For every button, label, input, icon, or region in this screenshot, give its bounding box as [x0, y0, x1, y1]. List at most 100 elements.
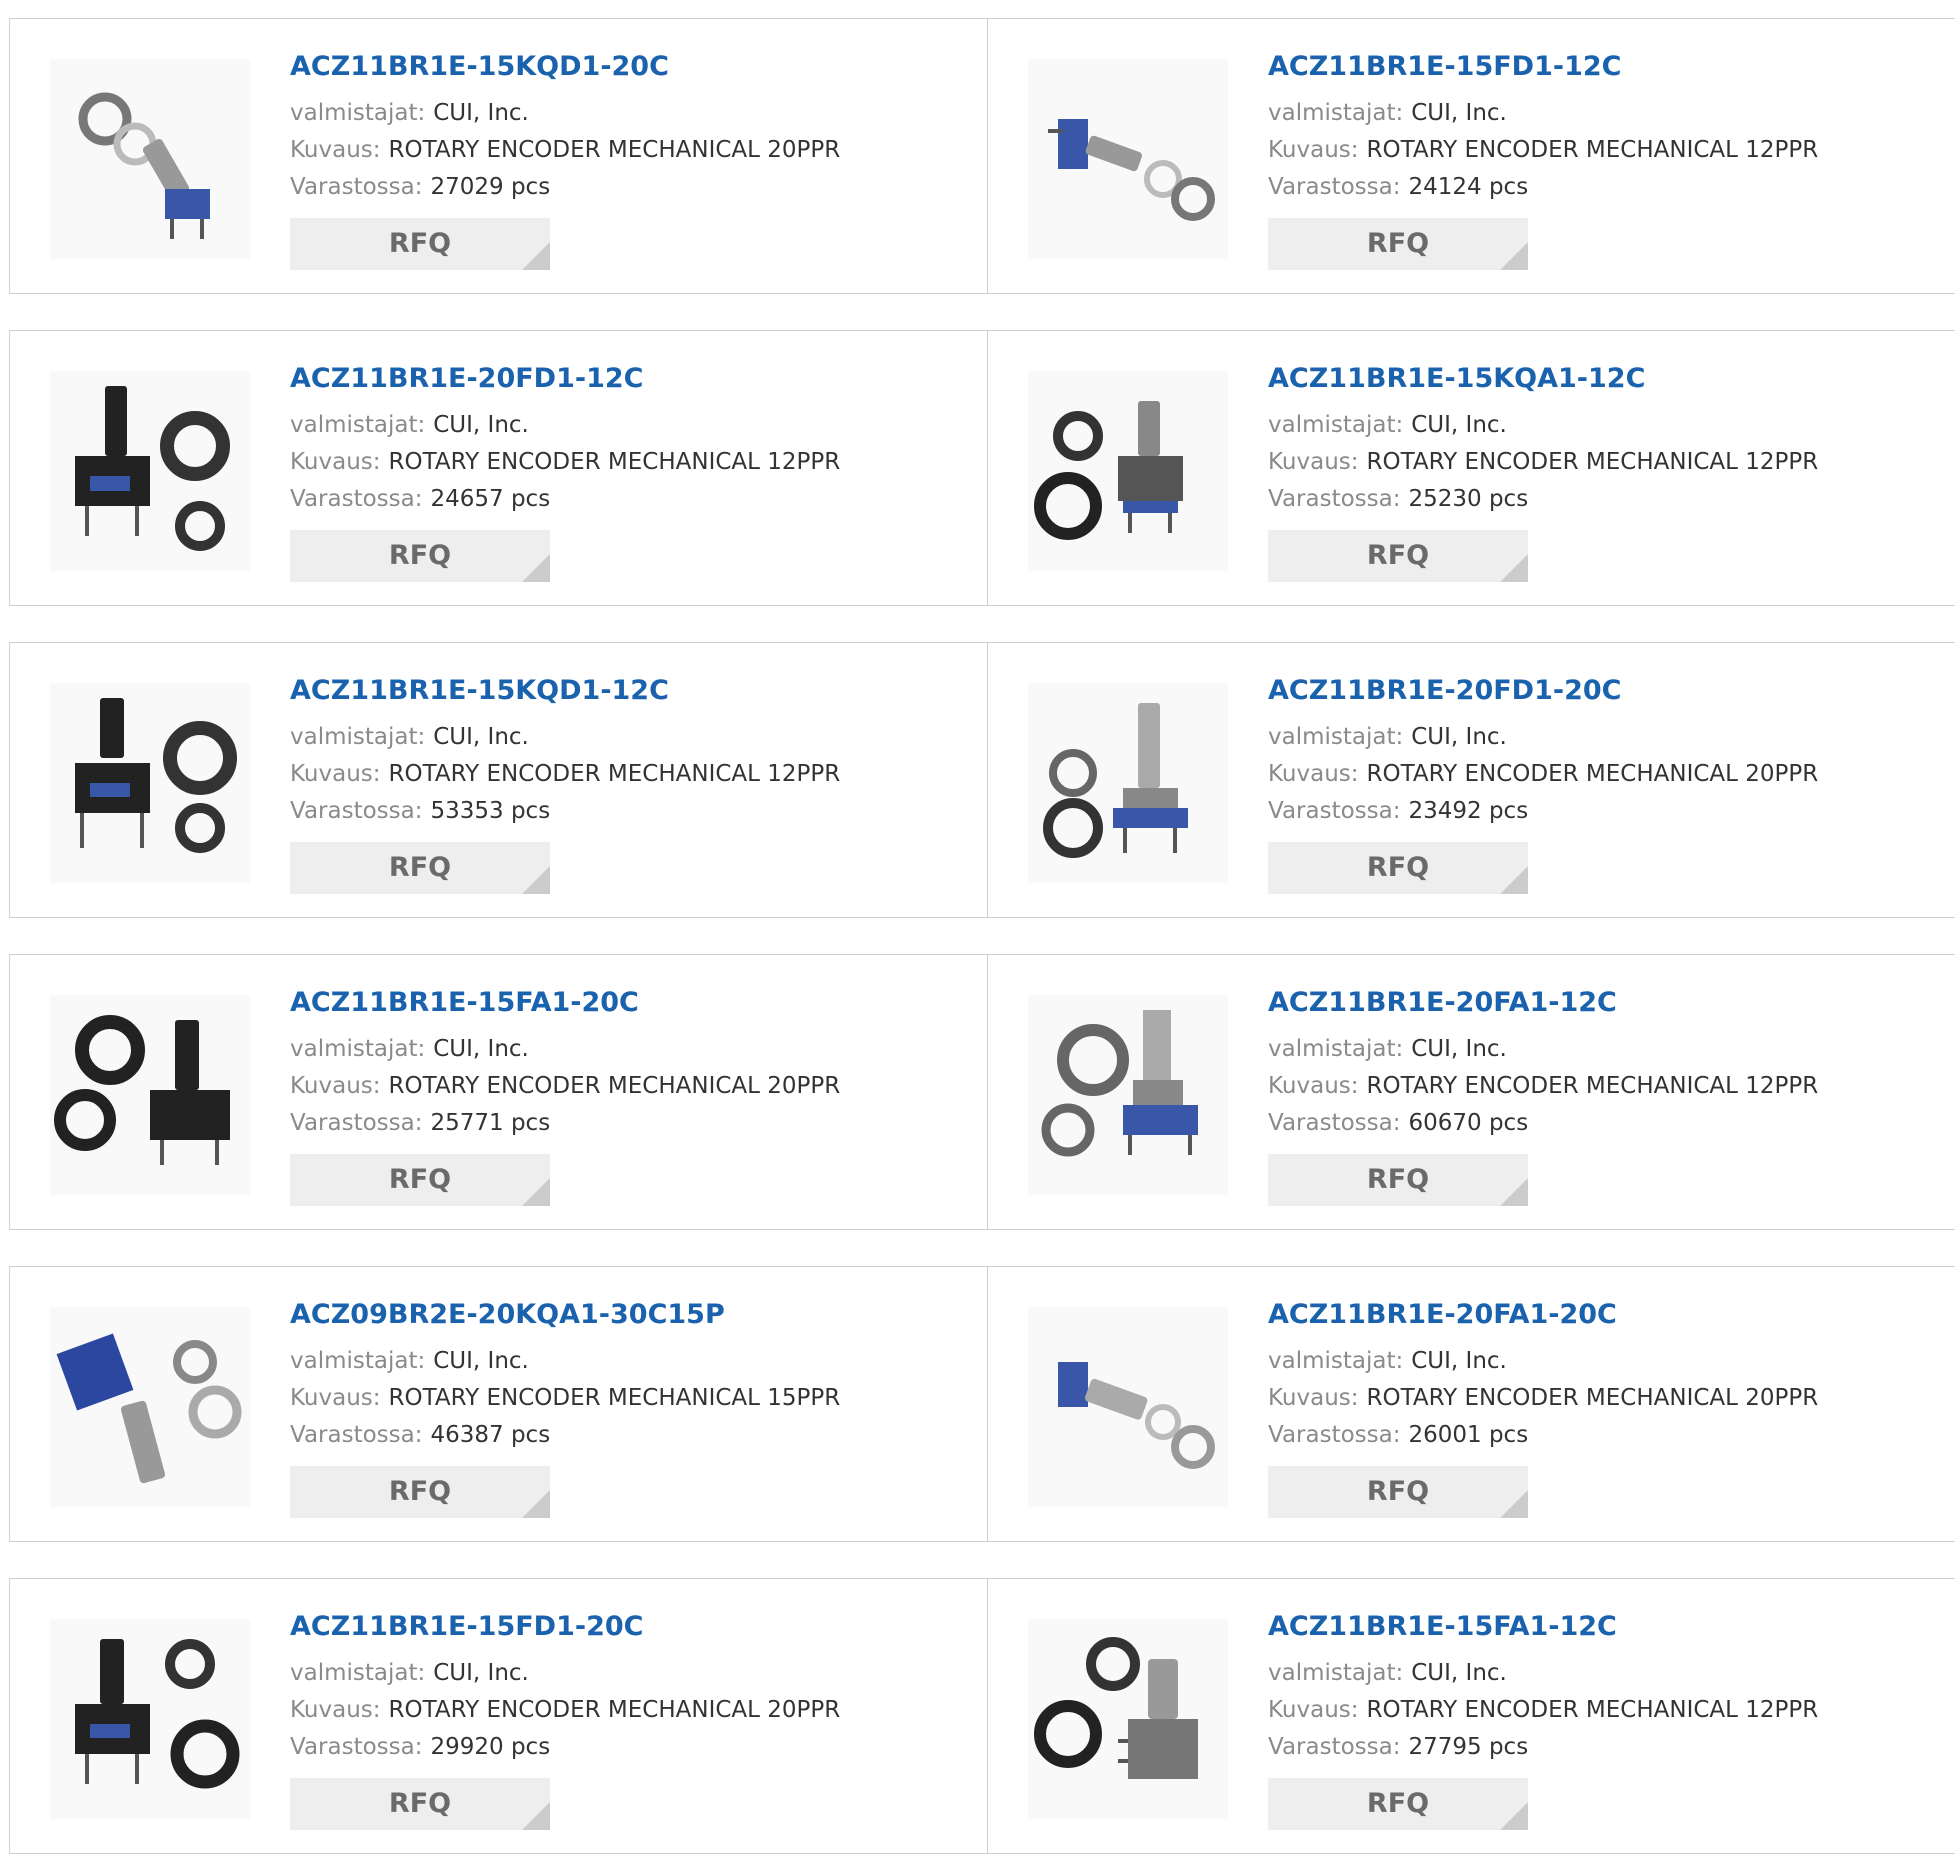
stock-row: Varastossa: 25771 pcs — [290, 1105, 950, 1142]
manufacturer-label: valmistajat: — [1268, 1036, 1404, 1062]
manufacturer-value: CUI, Inc. — [433, 1036, 529, 1062]
manufacturer-label: valmistajat: — [1268, 1660, 1404, 1686]
corner-decoration — [1500, 554, 1528, 582]
description-label: Kuvaus: — [290, 137, 381, 163]
product-image[interactable] — [1028, 995, 1228, 1195]
rotary-encoder-photo — [1041, 1010, 1198, 1157]
corner-decoration — [1500, 866, 1528, 894]
corner-decoration — [1500, 242, 1528, 270]
rfq-button[interactable]: RFQ — [290, 1154, 550, 1206]
stock-row: Varastossa: 46387 pcs — [290, 1417, 950, 1454]
rfq-button[interactable]: RFQ — [290, 530, 550, 582]
part-number-link[interactable]: ACZ11BR1E-15KQD1-20C — [290, 49, 950, 85]
part-number-link[interactable]: ACZ11BR1E-15KQD1-12C — [290, 673, 950, 709]
stock-row: Varastossa: 53353 pcs — [290, 793, 950, 830]
manufacturer-value: CUI, Inc. — [433, 1660, 529, 1686]
manufacturer-row: valmistajat: CUI, Inc. — [290, 1655, 950, 1692]
description-value: ROTARY ENCODER MECHANICAL 20PPR — [388, 137, 841, 163]
manufacturer-label: valmistajat: — [1268, 724, 1404, 750]
manufacturer-value: CUI, Inc. — [1411, 100, 1507, 126]
rfq-button[interactable]: RFQ — [290, 1466, 550, 1518]
stock-label: Varastossa: — [290, 174, 423, 200]
description-label: Kuvaus: — [1268, 137, 1359, 163]
rotary-encoder-photo — [56, 1333, 242, 1484]
rfq-button[interactable]: RFQ — [290, 842, 550, 894]
stock-row: Varastossa: 27795 pcs — [1268, 1729, 1928, 1766]
manufacturer-label: valmistajat: — [290, 724, 426, 750]
part-number-link[interactable]: ACZ11BR1E-20FA1-12C — [1268, 985, 1928, 1021]
corner-decoration — [522, 1490, 550, 1518]
manufacturer-label: valmistajat: — [290, 1660, 426, 1686]
description-value: ROTARY ENCODER MECHANICAL 20PPR — [388, 1697, 841, 1723]
product-image[interactable] — [1028, 371, 1228, 571]
product-image[interactable] — [1028, 1307, 1228, 1507]
rfq-label: RFQ — [388, 228, 452, 259]
description-label: Kuvaus: — [1268, 1697, 1359, 1723]
stock-label: Varastossa: — [1268, 1422, 1401, 1448]
manufacturer-value: CUI, Inc. — [1411, 1660, 1507, 1686]
manufacturer-value: CUI, Inc. — [1411, 1036, 1507, 1062]
product-image[interactable] — [1028, 1619, 1228, 1819]
rfq-label: RFQ — [1366, 1788, 1430, 1819]
product-image[interactable] — [50, 59, 250, 259]
rotary-encoder-photo — [75, 698, 237, 853]
description-label: Kuvaus: — [1268, 1073, 1359, 1099]
part-number-link[interactable]: ACZ11BR1E-15FD1-12C — [1268, 49, 1928, 85]
product-image[interactable] — [1028, 59, 1228, 259]
part-number-link[interactable]: ACZ11BR1E-20FA1-20C — [1268, 1297, 1928, 1333]
manufacturer-row: valmistajat: CUI, Inc. — [1268, 719, 1928, 756]
rfq-button[interactable]: RFQ — [1268, 218, 1528, 270]
product-image[interactable] — [1028, 683, 1228, 883]
description-value: ROTARY ENCODER MECHANICAL 12PPR — [1366, 1073, 1819, 1099]
manufacturer-row: valmistajat: CUI, Inc. — [290, 1031, 950, 1068]
rfq-button[interactable]: RFQ — [290, 1778, 550, 1830]
part-number-link[interactable]: ACZ11BR1E-20FD1-20C — [1268, 673, 1928, 709]
corner-decoration — [522, 242, 550, 270]
part-number-link[interactable]: ACZ11BR1E-15KQA1-12C — [1268, 361, 1928, 397]
product-card: ACZ11BR1E-15FA1-20C valmistajat: CUI, Inc… — [9, 954, 989, 1230]
stock-label: Varastossa: — [290, 486, 423, 512]
manufacturer-row: valmistajat: CUI, Inc. — [1268, 1031, 1928, 1068]
corner-decoration — [522, 866, 550, 894]
part-number-link[interactable]: ACZ11BR1E-15FD1-20C — [290, 1609, 950, 1645]
product-image[interactable] — [50, 1619, 250, 1819]
rfq-label: RFQ — [1366, 540, 1430, 571]
manufacturer-row: valmistajat: CUI, Inc. — [290, 95, 950, 132]
product-image[interactable] — [50, 995, 250, 1195]
part-number-link[interactable]: ACZ11BR1E-15FA1-20C — [290, 985, 950, 1021]
manufacturer-label: valmistajat: — [290, 100, 426, 126]
stock-label: Varastossa: — [1268, 1734, 1401, 1760]
manufacturer-value: CUI, Inc. — [1411, 412, 1507, 438]
description-value: ROTARY ENCODER MECHANICAL 12PPR — [1366, 1697, 1819, 1723]
stock-row: Varastossa: 29920 pcs — [290, 1729, 950, 1766]
product-card: ACZ11BR1E-15FA1-12C valmistajat: CUI, Inc… — [987, 1578, 1955, 1854]
description-row: Kuvaus: ROTARY ENCODER MECHANICAL 20PPR — [1268, 1380, 1928, 1417]
part-number-link[interactable]: ACZ11BR1E-15FA1-12C — [1268, 1609, 1928, 1645]
description-label: Kuvaus: — [290, 1073, 381, 1099]
rfq-button[interactable]: RFQ — [1268, 842, 1528, 894]
description-row: Kuvaus: ROTARY ENCODER MECHANICAL 12PPR — [290, 444, 950, 481]
description-row: Kuvaus: ROTARY ENCODER MECHANICAL 20PPR — [290, 132, 950, 169]
manufacturer-label: valmistajat: — [1268, 100, 1404, 126]
description-label: Kuvaus: — [290, 761, 381, 787]
stock-label: Varastossa: — [290, 1422, 423, 1448]
product-image[interactable] — [50, 683, 250, 883]
product-image[interactable] — [50, 1307, 250, 1507]
corner-decoration — [1500, 1802, 1528, 1830]
description-value: ROTARY ENCODER MECHANICAL 12PPR — [1366, 449, 1819, 475]
rfq-label: RFQ — [1366, 852, 1430, 883]
rfq-button[interactable]: RFQ — [290, 218, 550, 270]
rotary-encoder-photo — [1048, 119, 1215, 221]
stock-value: 27795 pcs — [1408, 1734, 1529, 1760]
rfq-button[interactable]: RFQ — [1268, 1466, 1528, 1518]
part-number-link[interactable]: ACZ11BR1E-20FD1-12C — [290, 361, 950, 397]
product-image[interactable] — [50, 371, 250, 571]
corner-decoration — [1500, 1490, 1528, 1518]
rfq-button[interactable]: RFQ — [1268, 530, 1528, 582]
description-row: Kuvaus: ROTARY ENCODER MECHANICAL 15PPR — [290, 1380, 950, 1417]
stock-value: 53353 pcs — [430, 798, 551, 824]
part-number-link[interactable]: ACZ09BR2E-20KQA1-30C15P — [290, 1297, 950, 1333]
rfq-button[interactable]: RFQ — [1268, 1778, 1528, 1830]
rfq-label: RFQ — [388, 1164, 452, 1195]
rfq-button[interactable]: RFQ — [1268, 1154, 1528, 1206]
